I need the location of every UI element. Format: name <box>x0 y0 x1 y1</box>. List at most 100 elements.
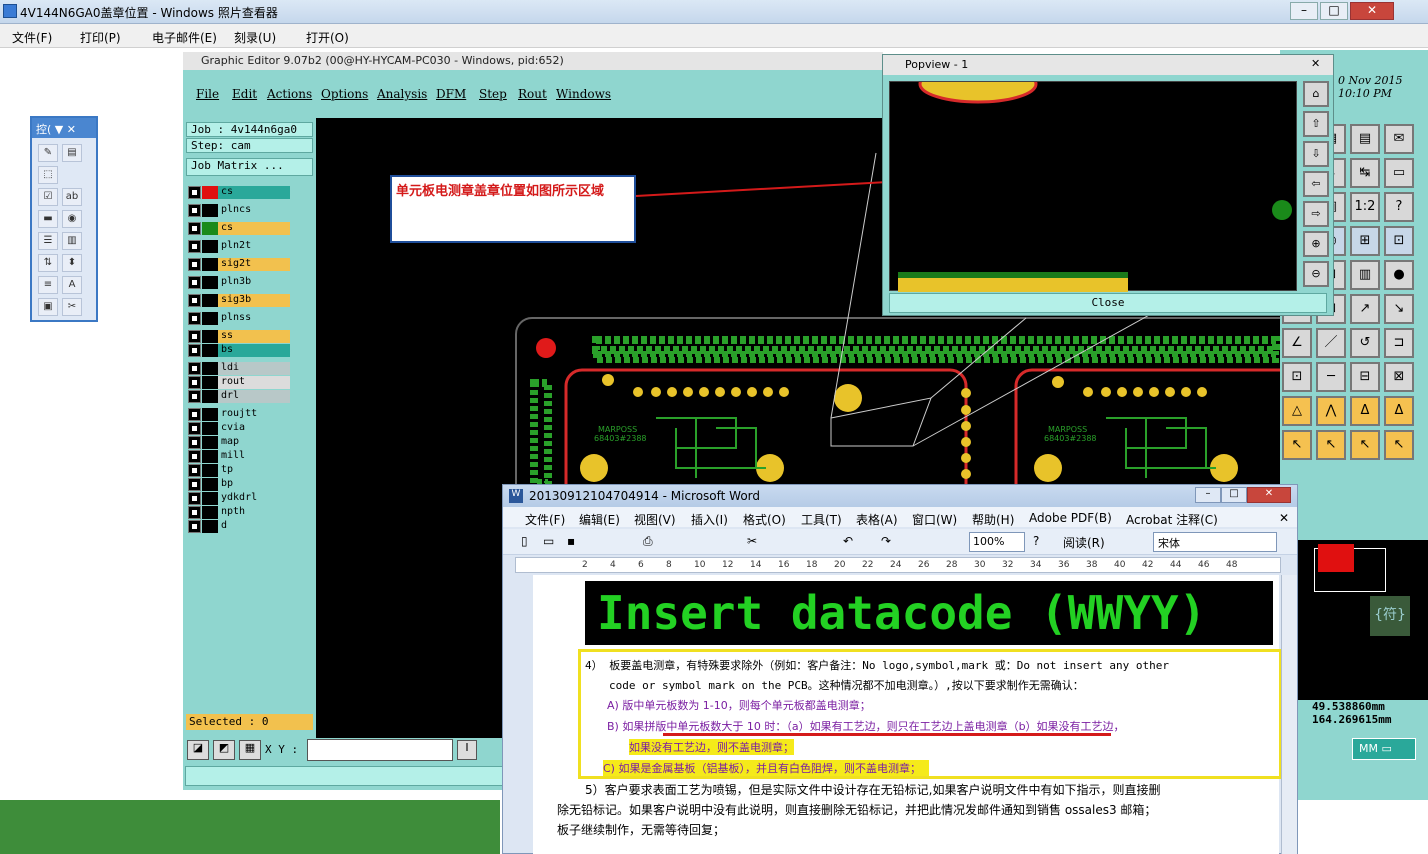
font-select[interactable]: 宋体 <box>1153 532 1277 552</box>
combobox-icon[interactable]: ▥ <box>62 232 82 250</box>
home-view-icon[interactable]: ⌂ <box>1303 81 1329 107</box>
print-icon[interactable]: ⎙ <box>643 534 653 549</box>
tool-icon[interactable]: ↖ <box>1350 430 1380 460</box>
layer-row[interactable]: npth <box>188 506 290 519</box>
word-menu-insert[interactable]: 插入(I) <box>691 511 728 528</box>
layer-row[interactable]: plnss <box>188 312 290 325</box>
layer-checkbox[interactable] <box>188 492 201 505</box>
tool-icon[interactable]: ↖ <box>1282 430 1312 460</box>
tool-icon[interactable]: ? <box>1384 192 1414 222</box>
undo-icon[interactable]: ↶ <box>843 534 853 548</box>
layer-checkbox[interactable] <box>188 294 201 307</box>
layer-checkbox[interactable] <box>188 312 201 325</box>
tool-icon[interactable]: ✉ <box>1384 124 1414 154</box>
tool-icon[interactable]: ↺ <box>1350 328 1380 358</box>
minimize-button[interactable]: – <box>1290 2 1318 20</box>
palette-header[interactable]: 控( ▼ ✕ <box>32 118 96 138</box>
ge-menu-step[interactable]: Step <box>479 87 507 101</box>
word-menu-edit[interactable]: 编辑(E) <box>579 511 620 528</box>
word-menu-format[interactable]: 格式(O) <box>743 511 786 528</box>
layer-row[interactable]: cvia <box>188 422 290 435</box>
word-menu-view[interactable]: 视图(V) <box>634 511 676 528</box>
listbox-icon[interactable]: ☰ <box>38 232 58 250</box>
word-menu-table[interactable]: 表格(A) <box>856 511 898 528</box>
tool-icon[interactable]: ─ <box>1316 362 1346 392</box>
read-mode-button[interactable]: 阅读(R) <box>1063 534 1105 551</box>
layer-row[interactable]: roujtt <box>188 408 290 421</box>
units-select[interactable]: MM ▭ <box>1352 738 1416 760</box>
layer-checkbox[interactable] <box>188 376 201 389</box>
layer-checkbox[interactable] <box>188 478 201 491</box>
word-page[interactable]: Insert datacode (WWYY) 4） 板要盖电测章，有特殊要求除外… <box>533 575 1282 854</box>
layer-row[interactable]: cs <box>188 186 290 199</box>
layer-checkbox[interactable] <box>188 344 201 357</box>
save-icon[interactable]: ▪ <box>567 534 575 548</box>
zoom-in-icon[interactable]: ⊕ <box>1303 231 1329 257</box>
tool-icon[interactable]: Δ <box>1384 396 1414 426</box>
select-icon[interactable]: ⬚ <box>38 166 58 184</box>
symbol-badge[interactable]: {符} <box>1370 596 1410 636</box>
text-icon[interactable]: A <box>62 276 82 294</box>
tool-icon[interactable]: ∠ <box>1282 328 1312 358</box>
word-menu-acrobat[interactable]: Acrobat 注释(C) <box>1126 511 1218 528</box>
tool-icon[interactable]: ▤ <box>1350 124 1380 154</box>
cursor-icon[interactable]: I <box>457 740 477 760</box>
layer-checkbox[interactable] <box>188 408 201 421</box>
word-menu-window[interactable]: 窗口(W) <box>912 511 957 528</box>
zoom-out-icon[interactable]: ⊖ <box>1303 261 1329 287</box>
layer-checkbox[interactable] <box>188 390 201 403</box>
layer-row[interactable]: sig2t <box>188 258 290 271</box>
word-close[interactable]: ✕ <box>1247 487 1291 503</box>
checkbox-icon[interactable]: ☑ <box>38 188 58 206</box>
new-doc-icon[interactable]: ▯ <box>521 534 528 548</box>
image-icon[interactable]: ▣ <box>38 298 58 316</box>
layer-checkbox[interactable] <box>188 464 201 477</box>
menu-burn[interactable]: 刻录(U) <box>234 29 276 46</box>
layer-row[interactable]: ldi <box>188 362 290 375</box>
tool-icon[interactable]: ⊞ <box>1350 226 1380 256</box>
redo-icon[interactable]: ↷ <box>881 534 891 548</box>
layer-row[interactable]: map <box>188 436 290 449</box>
layer-row[interactable]: drl <box>188 390 290 403</box>
cut-icon[interactable]: ✂ <box>747 534 757 548</box>
layer-checkbox[interactable] <box>188 520 201 533</box>
scrollbar-icon[interactable]: ⇅ <box>38 254 58 272</box>
up-icon[interactable]: ⇧ <box>1303 111 1329 137</box>
ge-menu-edit[interactable]: Edit <box>232 87 257 101</box>
layer-checkbox[interactable] <box>188 240 201 253</box>
right-icon[interactable]: ⇨ <box>1303 201 1329 227</box>
layer-row[interactable]: d <box>188 520 290 533</box>
tool-icon[interactable]: ⊡ <box>1384 226 1414 256</box>
job-matrix-button[interactable]: Job Matrix ... <box>186 158 313 176</box>
ge-menu-windows[interactable]: Windows <box>556 87 611 101</box>
layer-checkbox[interactable] <box>188 362 201 375</box>
ge-menu-analysis[interactable]: Analysis <box>377 87 427 101</box>
popview-close-x[interactable]: ✕ <box>1311 57 1320 70</box>
tool-icon[interactable]: ⊠ <box>1384 362 1414 392</box>
layer-checkbox[interactable] <box>188 422 201 435</box>
help-icon[interactable]: ? <box>1033 534 1039 548</box>
word-menu-close-icon[interactable]: ✕ <box>1279 511 1289 525</box>
tools-icon[interactable]: ✂ <box>62 298 82 316</box>
ge-menu-options[interactable]: Options <box>321 87 368 101</box>
layer-checkbox[interactable] <box>188 222 201 235</box>
word-menu-adobe-pdf[interactable]: Adobe PDF(B) <box>1029 511 1112 525</box>
radio-icon[interactable]: ◉ <box>62 210 82 228</box>
word-menu-file[interactable]: 文件(F) <box>525 511 565 528</box>
pencil-icon[interactable]: ✎ <box>38 144 58 162</box>
layer-row[interactable]: sig3b <box>188 294 290 307</box>
open-folder-icon[interactable]: ▭ <box>543 534 554 548</box>
layer-checkbox[interactable] <box>188 450 201 463</box>
layer-row[interactable]: mill <box>188 450 290 463</box>
textfield-icon[interactable]: ab <box>62 188 82 206</box>
word-menu-help[interactable]: 帮助(H) <box>972 511 1014 528</box>
tool-icon[interactable]: ⊐ <box>1384 328 1414 358</box>
zoom-icon[interactable]: ◪ <box>187 740 209 760</box>
layer-row[interactable]: cs <box>188 222 290 235</box>
left-icon[interactable]: ⇦ <box>1303 171 1329 197</box>
layer-row[interactable]: bs <box>188 344 290 357</box>
spinner-icon[interactable]: ⬍ <box>62 254 82 272</box>
menu-email[interactable]: 电子邮件(E) <box>152 29 217 46</box>
zoom-select[interactable]: 100% <box>969 532 1025 552</box>
menu-file[interactable]: 文件(F) <box>12 29 52 46</box>
